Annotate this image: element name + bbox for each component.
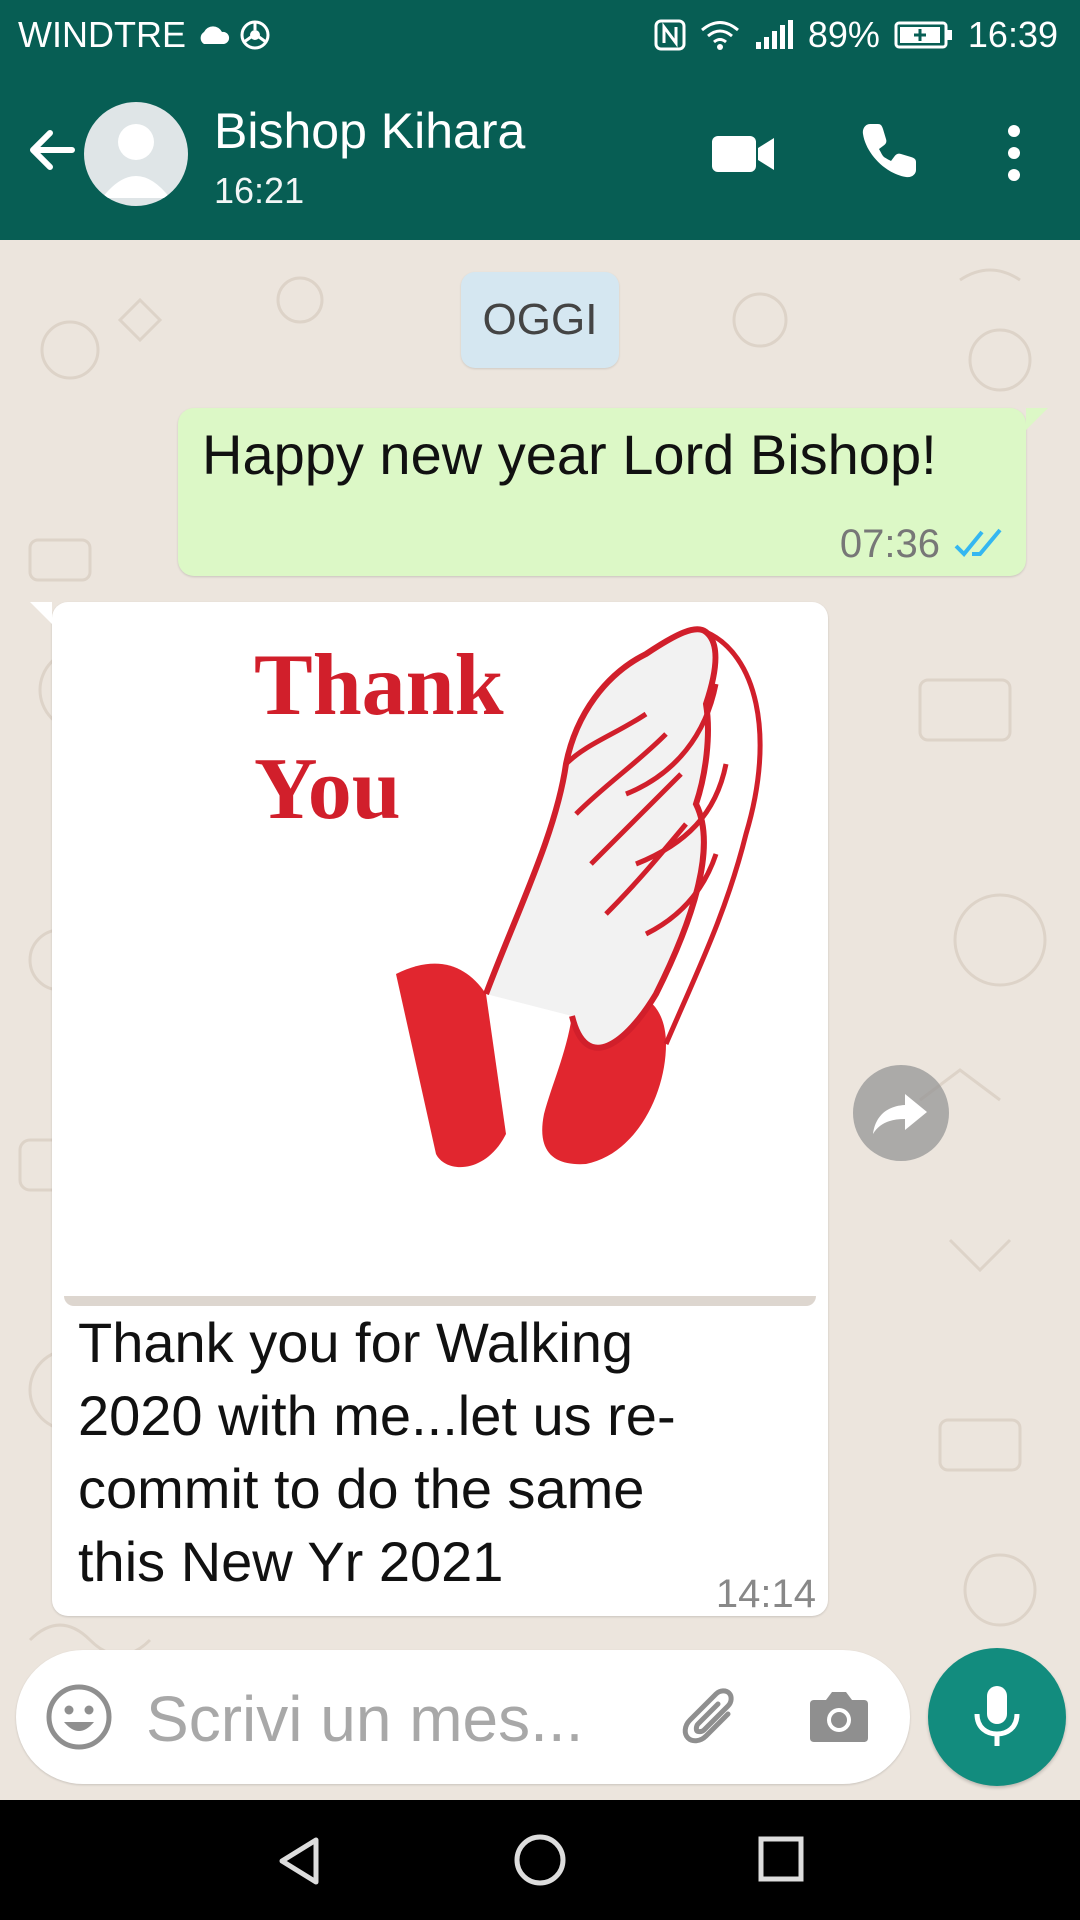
message-image[interactable]: Thank You — [64, 614, 816, 1306]
nav-recent-apps-icon[interactable] — [756, 1834, 806, 1884]
status-bar: WINDTRE 89% 16:39 — [0, 0, 1080, 72]
voice-message-button[interactable] — [928, 1648, 1066, 1786]
last-seen: 16:21 — [214, 170, 305, 211]
incoming-message[interactable]: Thank You Thank you for Walking 2020 wit… — [30, 602, 828, 1616]
bubble-tail — [1026, 408, 1048, 430]
nav-home-icon[interactable] — [512, 1832, 568, 1888]
chat-header: Bishop Kihara 16:21 — [0, 72, 1080, 240]
read-receipt-icon — [954, 528, 1002, 557]
forward-arrow-icon — [873, 1094, 927, 1134]
battery-percentage: 89% — [807, 14, 880, 55]
attach-icon[interactable] — [676, 1684, 750, 1758]
message-input[interactable] — [144, 1680, 638, 1758]
back-arrow-icon[interactable] — [22, 120, 82, 180]
video-call-icon[interactable] — [708, 124, 778, 184]
praying-hands-icon — [396, 626, 763, 1168]
message-time: 14:14 — [715, 1572, 816, 1616]
bubble-tail — [30, 602, 52, 624]
contact-name[interactable]: Bishop Kihara — [214, 102, 525, 160]
outgoing-message[interactable]: Happy new year Lord Bishop! 07:36 — [178, 408, 1048, 576]
message-composer — [16, 1650, 910, 1784]
cloud-icon — [200, 26, 230, 44]
message-text: Happy new year Lord Bishop! — [202, 423, 937, 486]
chrome-icon — [240, 20, 270, 50]
status-right: 89% 16:39 — [654, 14, 1058, 56]
default-avatar-icon — [102, 124, 170, 198]
status-time: 16:39 — [967, 14, 1058, 55]
phone-icon[interactable] — [856, 118, 922, 184]
system-navigation-bar — [0, 1800, 1080, 1920]
message-caption: Thank you for Walking 2020 with me...let… — [78, 1311, 676, 1593]
chat-area[interactable]: OGGI Happy new year Lord Bishop! 07:36 T… — [0, 240, 1080, 1800]
wifi-icon — [700, 21, 739, 50]
avatar[interactable] — [84, 102, 188, 206]
carrier-label: WINDTRE — [18, 14, 186, 55]
date-chip: OGGI — [461, 272, 619, 368]
more-options-icon[interactable] — [996, 120, 1032, 186]
nfc-icon — [654, 19, 686, 51]
battery-icon — [894, 21, 952, 49]
camera-icon[interactable] — [806, 1686, 872, 1748]
message-time: 07:36 — [839, 522, 940, 566]
signal-icon — [755, 20, 793, 49]
status-left: WINDTRE — [18, 14, 270, 56]
nav-back-icon[interactable] — [272, 1834, 326, 1888]
microphone-icon — [974, 1686, 1020, 1746]
emoji-icon[interactable] — [44, 1682, 114, 1752]
forward-button[interactable] — [853, 1065, 949, 1161]
